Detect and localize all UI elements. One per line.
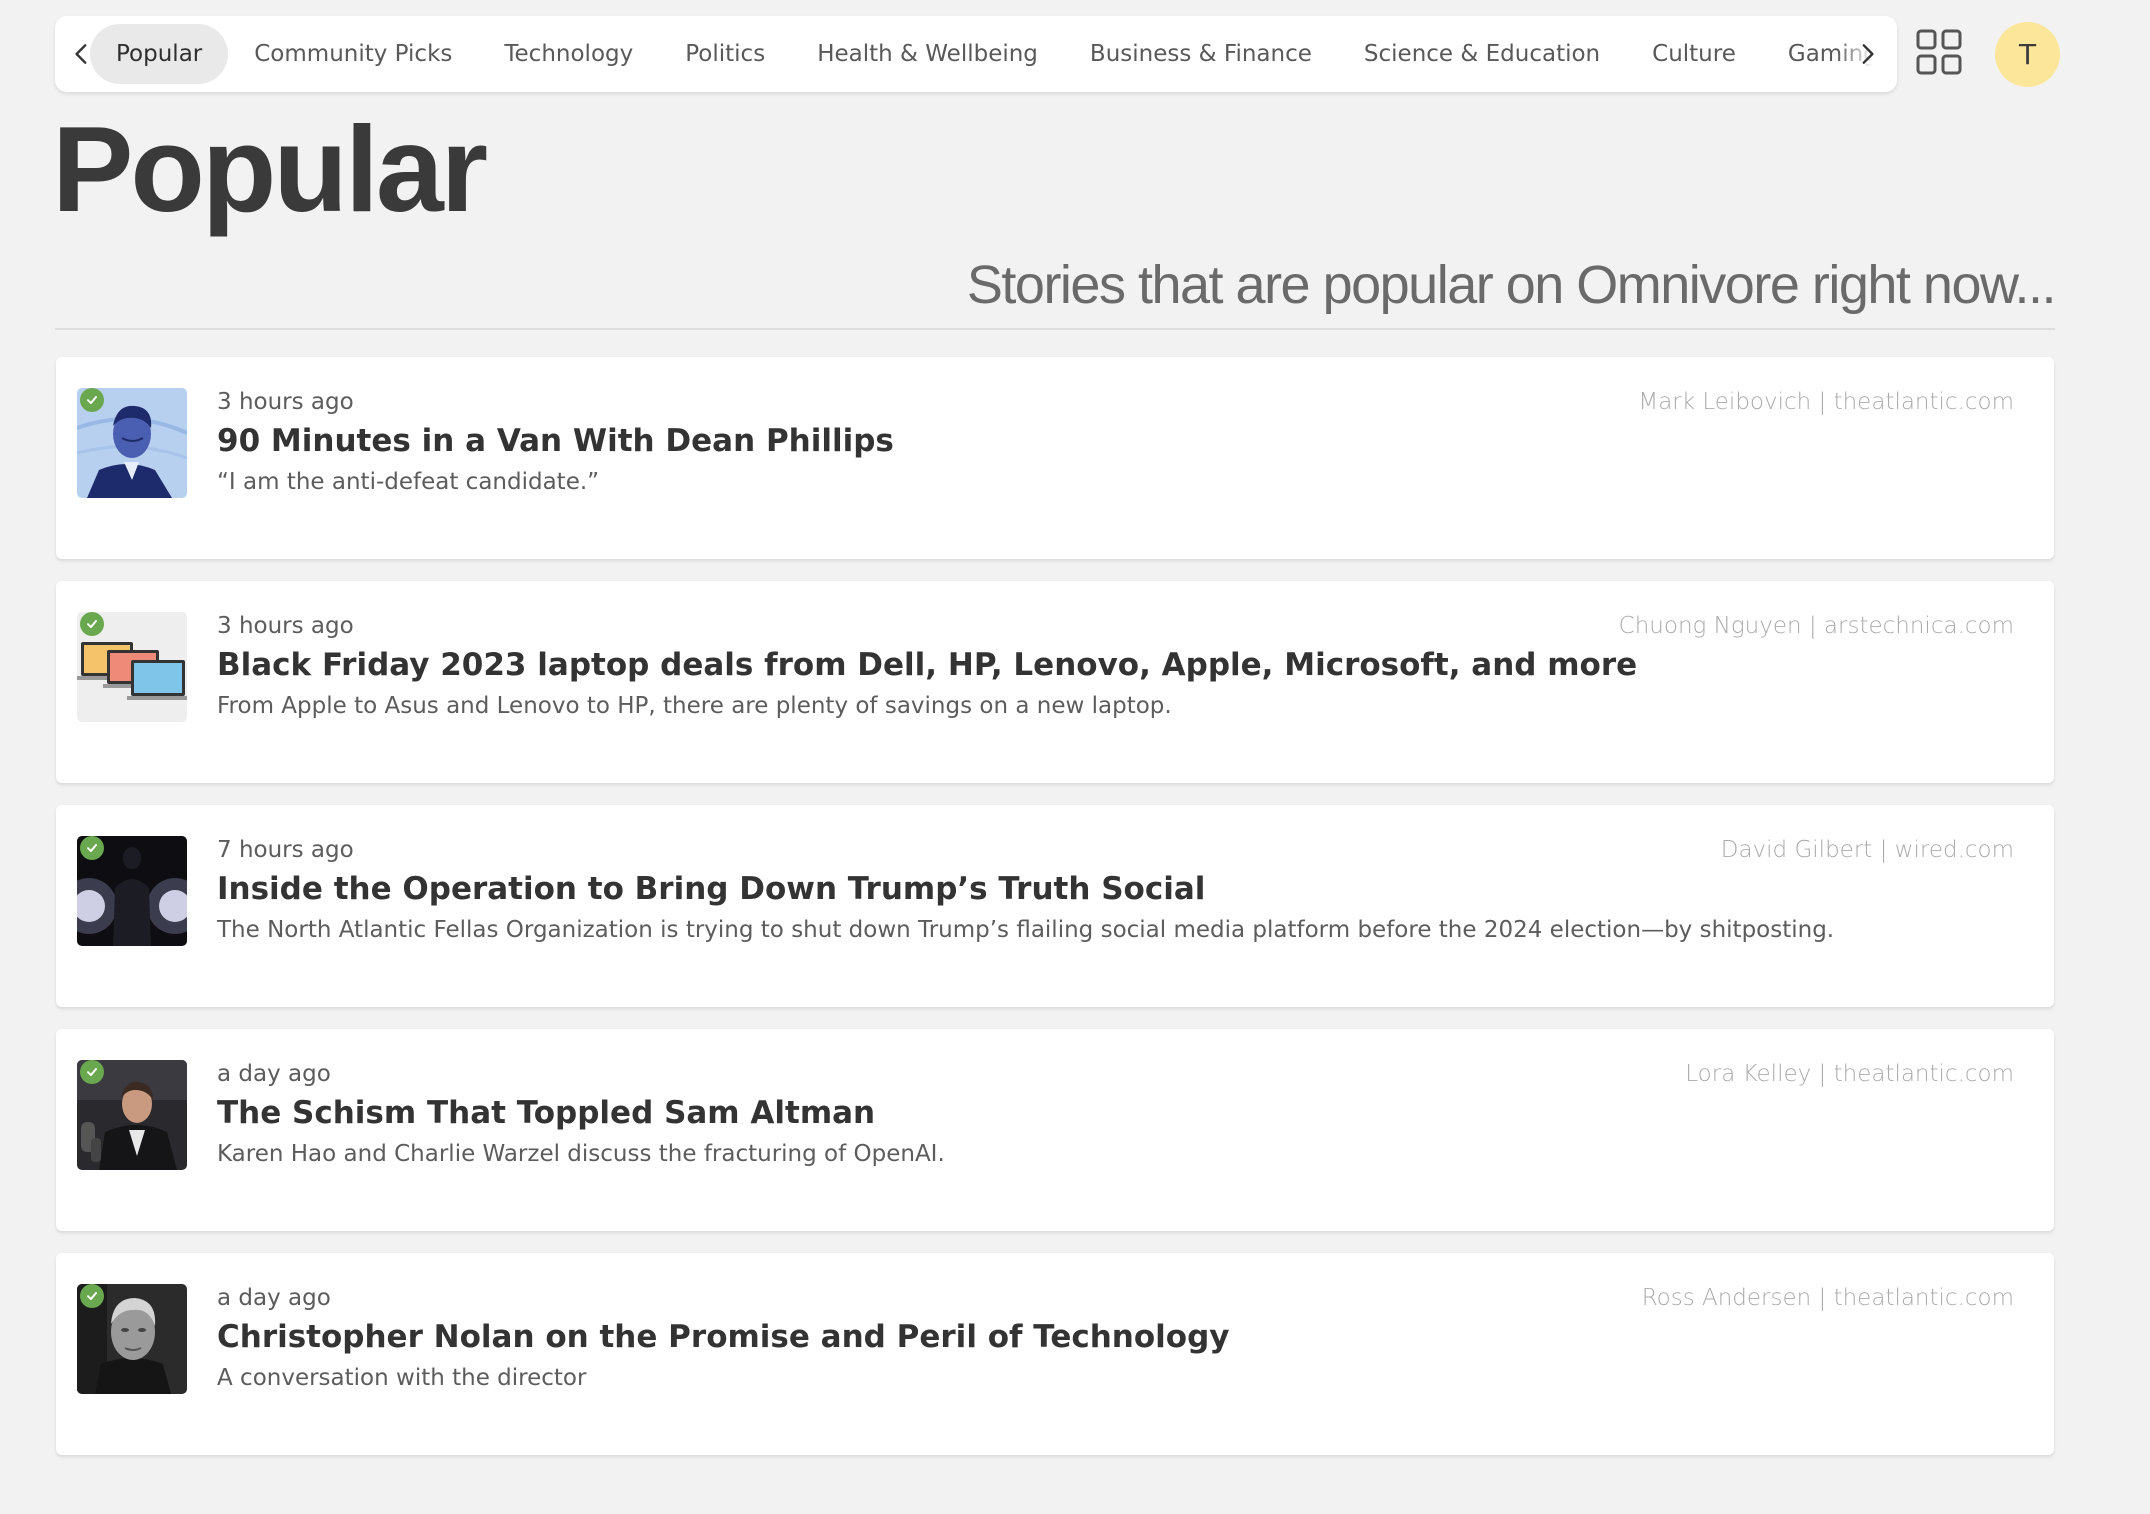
story-description: Karen Hao and Charlie Warzel discuss the… (217, 1141, 945, 1167)
tab-business-finance[interactable]: Business & Finance (1064, 24, 1338, 84)
user-avatar[interactable]: T (1995, 22, 2060, 87)
story-time: 7 hours ago (217, 837, 354, 863)
story-time: a day ago (217, 1061, 331, 1087)
story-byline: Lora Kelley | theatlantic.com (1685, 1061, 2014, 1087)
tab-culture[interactable]: Culture (1626, 24, 1762, 84)
saved-check-icon (80, 1060, 104, 1084)
layout-toggle-button[interactable] (1915, 28, 1965, 78)
story-time: 3 hours ago (217, 613, 354, 639)
tab-community-picks[interactable]: Community Picks (228, 24, 478, 84)
story-description: “I am the anti-defeat candidate.” (217, 469, 600, 495)
saved-check-icon (80, 836, 104, 860)
story-time: a day ago (217, 1285, 331, 1311)
divider (55, 328, 2055, 330)
story-byline: Mark Leibovich | theatlantic.com (1638, 389, 2014, 415)
story-byline: David Gilbert | wired.com (1720, 837, 2014, 863)
tab-popular[interactable]: Popular (90, 24, 229, 84)
scroll-right-button[interactable] (1837, 16, 1897, 92)
story-byline: Ross Andersen | theatlantic.com (1641, 1285, 2014, 1311)
tab-health-wellbeing[interactable]: Health & Wellbeing (791, 24, 1064, 84)
saved-check-icon (80, 612, 104, 636)
story-card[interactable]: 3 hours ago Black Friday 2023 laptop dea… (56, 581, 2054, 783)
story-card[interactable]: a day ago The Schism That Toppled Sam Al… (56, 1029, 2054, 1231)
story-card[interactable]: a day ago Christopher Nolan on the Promi… (56, 1253, 2054, 1455)
story-title[interactable]: Inside the Operation to Bring Down Trump… (217, 871, 1205, 907)
category-nav: Popular Community Picks Technology Polit… (55, 16, 1897, 92)
scroll-left-button[interactable] (57, 16, 107, 92)
story-byline: Chuong Nguyen | arstechnica.com (1618, 613, 2014, 639)
chevron-left-icon (75, 44, 87, 64)
story-title[interactable]: Christopher Nolan on the Promise and Per… (217, 1319, 1230, 1355)
tab-politics[interactable]: Politics (659, 24, 791, 84)
tab-technology[interactable]: Technology (478, 24, 659, 84)
story-description: From Apple to Asus and Lenovo to HP, the… (217, 693, 1172, 719)
story-title[interactable]: 90 Minutes in a Van With Dean Phillips (217, 423, 894, 459)
story-description: The North Atlantic Fellas Organization i… (217, 917, 1835, 943)
saved-check-icon (80, 388, 104, 412)
story-list: 3 hours ago 90 Minutes in a Van With Dea… (56, 357, 2054, 1477)
saved-check-icon (80, 1284, 104, 1308)
page-subtitle: Stories that are popular on Omnivore rig… (966, 255, 2057, 315)
story-title[interactable]: The Schism That Toppled Sam Altman (217, 1095, 875, 1131)
tab-science-education[interactable]: Science & Education (1338, 24, 1626, 84)
chevron-right-icon (1862, 44, 1874, 64)
story-card[interactable]: 7 hours ago Inside the Operation to Brin… (56, 805, 2054, 1007)
story-time: 3 hours ago (217, 389, 354, 415)
story-description: A conversation with the director (217, 1365, 587, 1391)
category-tabs: Popular Community Picks Technology Polit… (90, 16, 1897, 92)
story-card[interactable]: 3 hours ago 90 Minutes in a Van With Dea… (56, 357, 2054, 559)
grid-icon (1916, 29, 1962, 75)
story-title[interactable]: Black Friday 2023 laptop deals from Dell… (217, 647, 1637, 683)
page-title: Popular (52, 101, 488, 237)
